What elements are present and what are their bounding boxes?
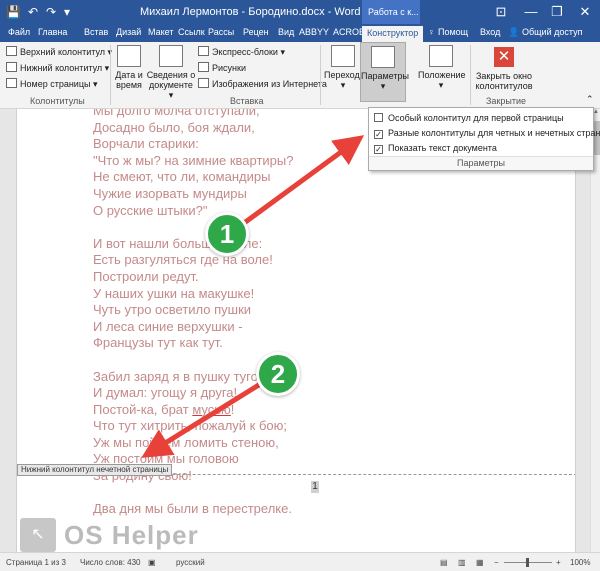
annotation-badge-2: 2 [256,352,300,396]
arrow-to-options [238,135,365,229]
annotation-arrows [141,135,365,458]
annotation-badge-1: 1 [205,212,249,256]
arrow-to-footer [141,375,272,458]
